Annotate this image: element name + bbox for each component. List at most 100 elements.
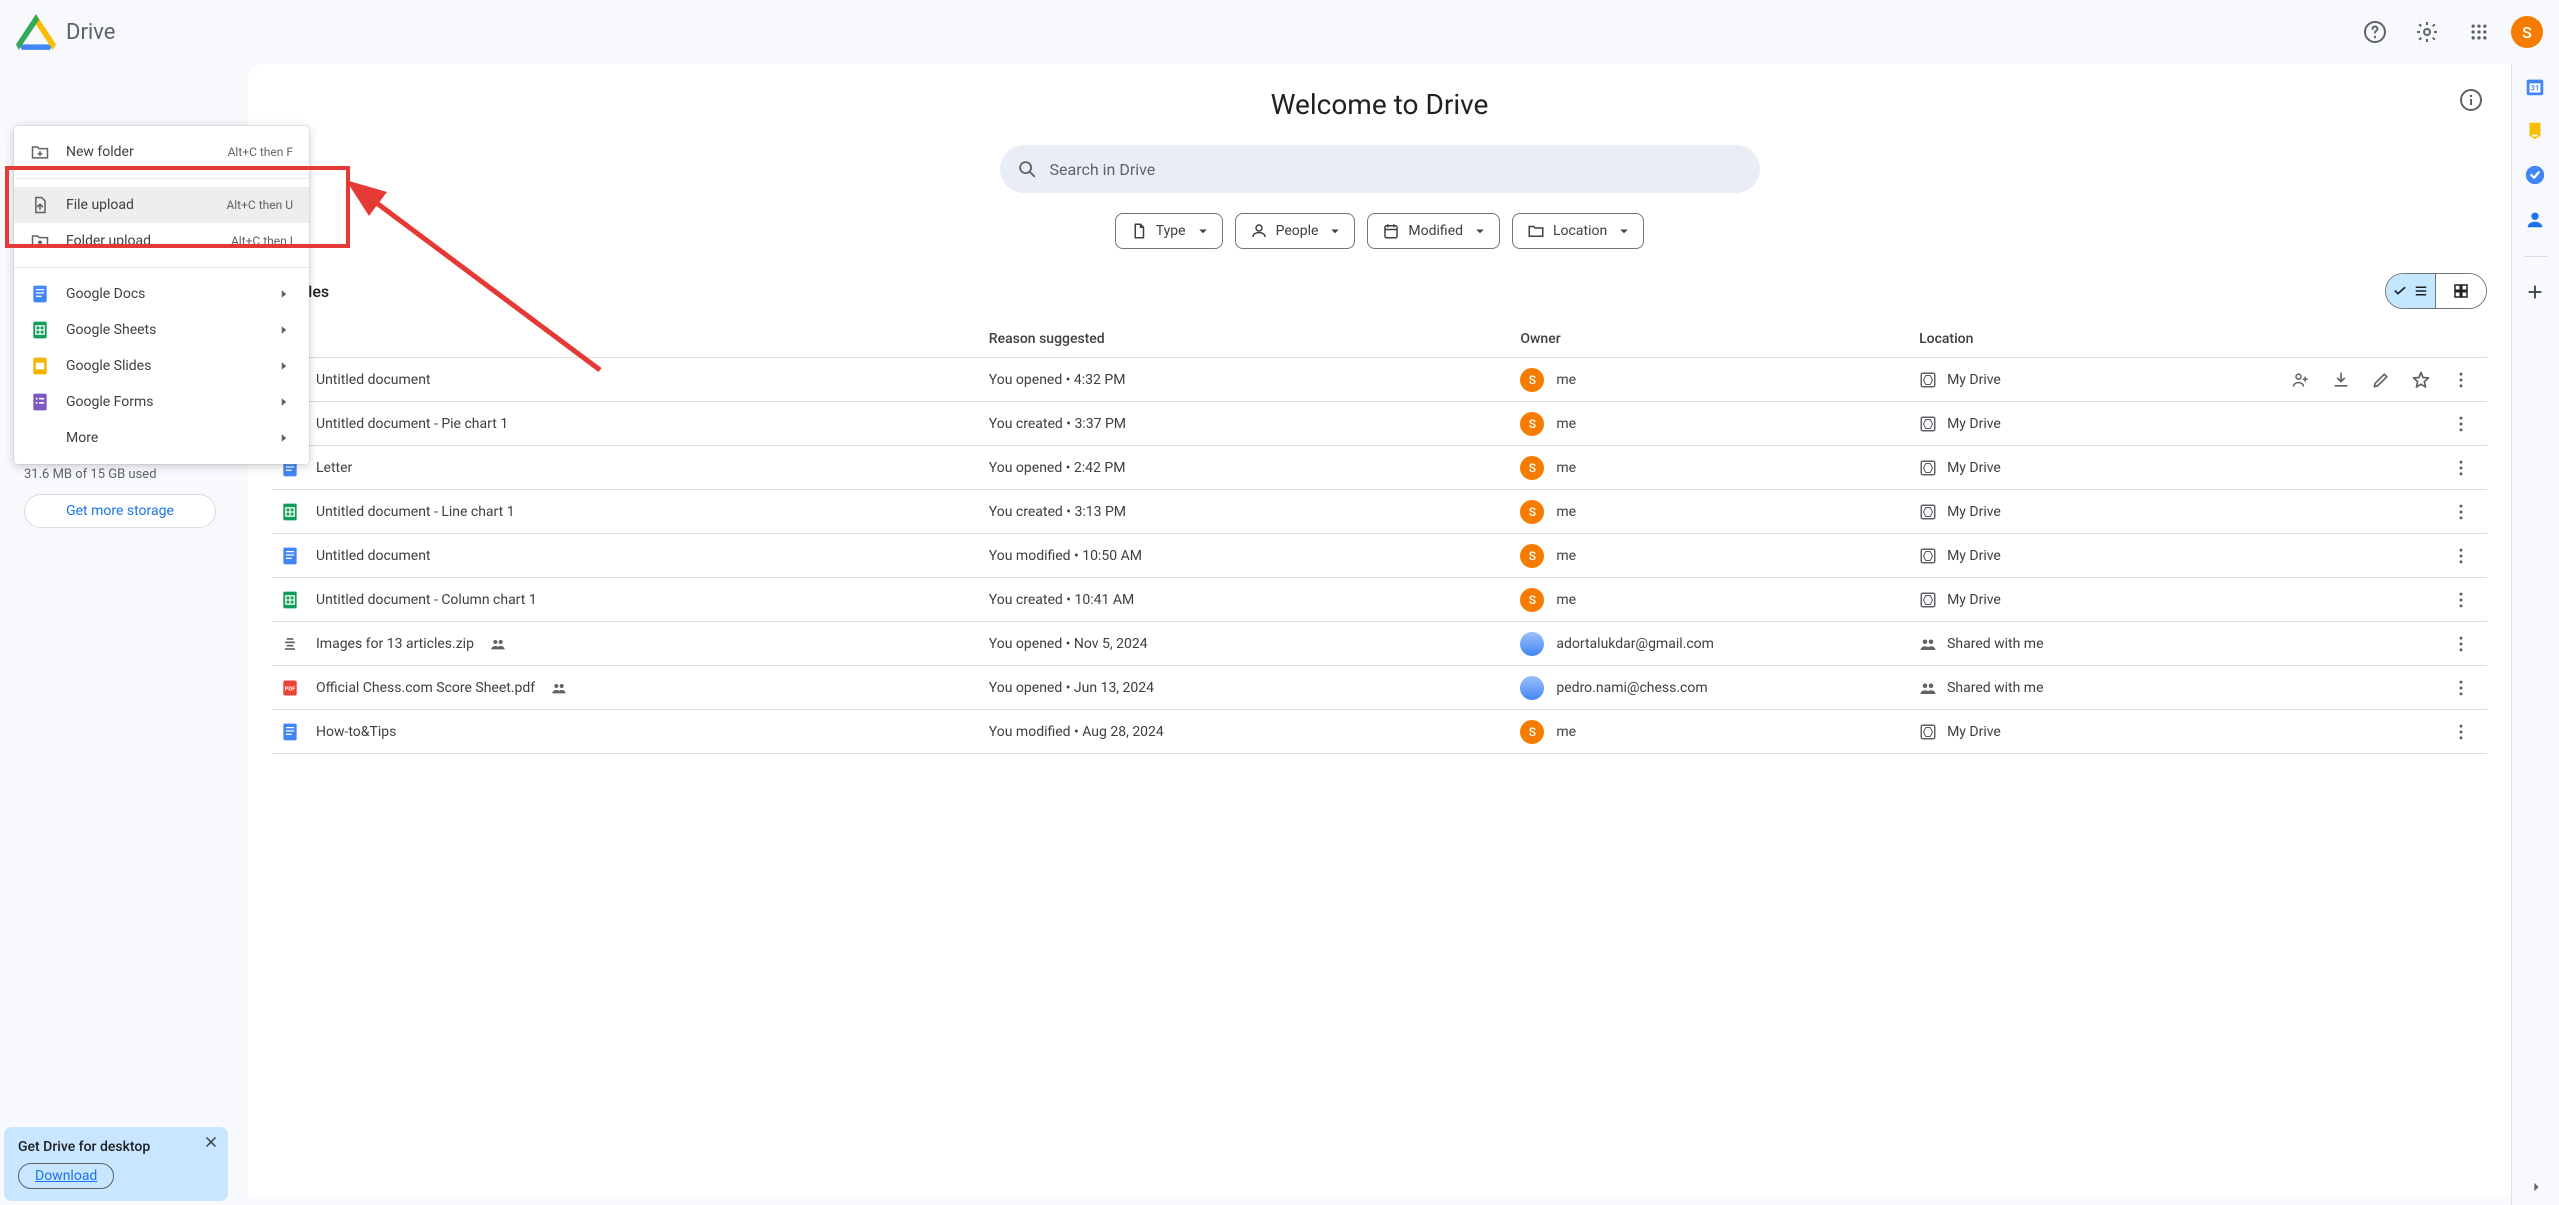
file-table: Reason suggested Owner Location Untitled… <box>272 321 2487 754</box>
filter-location[interactable]: Location <box>1512 213 1644 249</box>
col-reason: Reason suggested <box>981 321 1513 358</box>
file-name: Untitled document - Line chart 1 <box>316 504 515 520</box>
star-action-icon[interactable] <box>2411 370 2431 390</box>
owner-name: me <box>1556 416 1576 432</box>
owner-avatar <box>1520 632 1544 656</box>
menu-label: More <box>66 430 275 446</box>
side-panel-collapse-icon[interactable] <box>2526 1177 2546 1197</box>
settings-button[interactable] <box>2407 12 2447 52</box>
owner-name: pedro.nami@chess.com <box>1556 680 1707 696</box>
search-input[interactable] <box>1050 160 1744 179</box>
table-row[interactable]: How-to&Tips You modified • Aug 28, 2024 … <box>272 710 2487 754</box>
list-view-button[interactable] <box>2386 274 2436 308</box>
filter-people[interactable]: People <box>1235 213 1356 249</box>
menu-item-new-folder[interactable]: New folderAlt+C then F <box>14 134 309 170</box>
menu-label: New folder <box>66 144 228 160</box>
slides-icon <box>30 356 50 376</box>
reason-cell: You created • 10:41 AM <box>981 578 1513 622</box>
menu-label: Google Sheets <box>66 322 275 338</box>
grid-view-button[interactable] <box>2436 274 2486 308</box>
docs-file-icon <box>280 546 300 566</box>
submenu-arrow-icon <box>275 321 293 339</box>
calendar-app-icon[interactable]: 31 <box>2524 76 2548 100</box>
table-row[interactable]: Images for 13 articles.zip You opened • … <box>272 622 2487 666</box>
more-actions-icon[interactable] <box>2451 370 2471 390</box>
promo-close-button[interactable] <box>202 1133 220 1151</box>
filter-label: Location <box>1553 223 1607 239</box>
table-row[interactable]: Untitled document - Column chart 1 You c… <box>272 578 2487 622</box>
support-button[interactable] <box>2355 12 2395 52</box>
more-actions-icon[interactable] <box>2451 634 2471 654</box>
location-name: My Drive <box>1947 460 2001 476</box>
reason-cell: You opened • 2:42 PM <box>981 446 1513 490</box>
account-avatar[interactable]: S <box>2511 16 2543 48</box>
menu-item-google-docs[interactable]: Google Docs <box>14 276 309 312</box>
filter-type[interactable]: Type <box>1115 213 1223 249</box>
menu-item-more[interactable]: More <box>14 420 309 456</box>
location-icon <box>1919 679 1937 697</box>
owner-avatar: S <box>1520 544 1544 568</box>
more-actions-icon[interactable] <box>2451 722 2471 742</box>
promo-title: Get Drive for desktop <box>18 1139 214 1155</box>
table-row[interactable]: Letter You opened • 2:42 PM Sme My Drive <box>272 446 2487 490</box>
file-name: Official Chess.com Score Sheet.pdf <box>316 680 535 696</box>
logo-area[interactable]: Drive <box>16 12 115 52</box>
get-storage-button[interactable]: Get more storage <box>24 494 216 528</box>
menu-item-google-forms[interactable]: Google Forms <box>14 384 309 420</box>
menu-item-file-upload[interactable]: File uploadAlt+C then U <box>14 187 309 223</box>
shared-icon <box>551 680 567 696</box>
promo-download-button[interactable]: Download <box>18 1163 114 1189</box>
info-icon[interactable] <box>2459 88 2483 112</box>
menu-item-folder-upload[interactable]: Folder uploadAlt+C then I <box>14 223 309 259</box>
file-name: Images for 13 articles.zip <box>316 636 474 652</box>
search-bar[interactable] <box>1000 145 1760 193</box>
menu-label: Google Slides <box>66 358 275 374</box>
location-icon <box>1919 415 1937 433</box>
side-panel: 31 <box>2511 64 2559 1205</box>
filter-label: People <box>1276 223 1319 239</box>
apps-button[interactable] <box>2459 12 2499 52</box>
svg-text:31: 31 <box>2530 84 2538 93</box>
reason-cell: You opened • Nov 5, 2024 <box>981 622 1513 666</box>
docs-icon <box>30 284 50 304</box>
contacts-app-icon[interactable] <box>2524 208 2548 232</box>
tasks-app-icon[interactable] <box>2524 164 2548 188</box>
file-name: Untitled document - Pie chart 1 <box>316 416 508 432</box>
table-row[interactable]: Untitled document - Line chart 1 You cre… <box>272 490 2487 534</box>
sheets-icon <box>30 320 50 340</box>
share-action-icon[interactable] <box>2291 370 2311 390</box>
more-actions-icon[interactable] <box>2451 590 2471 610</box>
table-row[interactable]: Untitled document You opened • 4:32 PM S… <box>272 358 2487 402</box>
table-row[interactable]: Untitled document You modified • 10:50 A… <box>272 534 2487 578</box>
more-actions-icon[interactable] <box>2451 458 2471 478</box>
location-name: My Drive <box>1947 724 2001 740</box>
menu-item-google-slides[interactable]: Google Slides <box>14 348 309 384</box>
table-row[interactable]: PDFOfficial Chess.com Score Sheet.pdf Yo… <box>272 666 2487 710</box>
submenu-arrow-icon <box>275 393 293 411</box>
shared-icon <box>490 636 506 652</box>
sheets-file-icon <box>280 502 300 522</box>
location-name: My Drive <box>1947 372 2001 388</box>
download-action-icon[interactable] <box>2331 370 2351 390</box>
get-addons-icon[interactable] <box>2524 281 2548 305</box>
docs-file-icon <box>280 722 300 742</box>
more-actions-icon[interactable] <box>2451 678 2471 698</box>
more-actions-icon[interactable] <box>2451 502 2471 522</box>
reason-cell: You opened • 4:32 PM <box>981 358 1513 402</box>
owner-name: me <box>1556 460 1576 476</box>
table-row[interactable]: Untitled document - Pie chart 1 You crea… <box>272 402 2487 446</box>
edit-action-icon[interactable] <box>2371 370 2391 390</box>
owner-name: me <box>1556 548 1576 564</box>
menu-item-google-sheets[interactable]: Google Sheets <box>14 312 309 348</box>
keep-app-icon[interactable] <box>2524 120 2548 144</box>
owner-avatar: S <box>1520 368 1544 392</box>
location-icon <box>1919 723 1937 741</box>
more-actions-icon[interactable] <box>2451 546 2471 566</box>
file-name: Letter <box>316 460 352 476</box>
more-actions-icon[interactable] <box>2451 414 2471 434</box>
file-name: Untitled document <box>316 548 431 564</box>
menu-label: Google Forms <box>66 394 275 410</box>
submenu-arrow-icon <box>275 285 293 303</box>
location-name: My Drive <box>1947 548 2001 564</box>
filter-modified[interactable]: Modified <box>1367 213 1500 249</box>
